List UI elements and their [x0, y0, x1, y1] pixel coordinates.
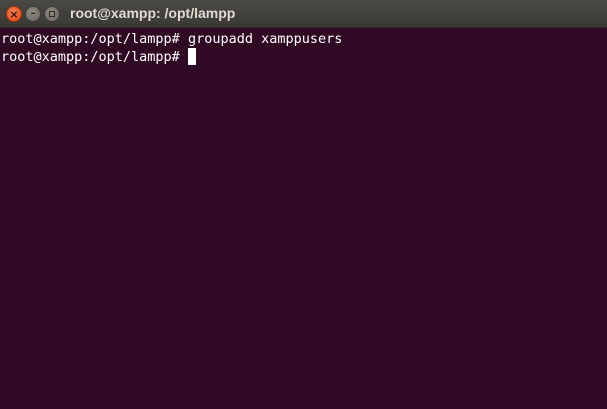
close-icon: ×: [9, 7, 19, 21]
terminal-window: × – root@xampp: /opt/lampp root@xampp:/o…: [0, 0, 607, 409]
terminal-output[interactable]: root@xampp:/opt/lampp# groupadd xamppuse…: [0, 28, 607, 409]
minimize-button[interactable]: –: [25, 6, 41, 22]
maximize-icon: [49, 11, 55, 17]
maximize-button[interactable]: [44, 6, 60, 22]
shell-prompt: root@xampp:/opt/lampp#: [1, 49, 188, 65]
close-button[interactable]: ×: [6, 6, 22, 22]
terminal-line: root@xampp:/opt/lampp# groupadd xamppuse…: [1, 30, 607, 48]
shell-prompt: root@xampp:/opt/lampp#: [1, 31, 188, 47]
command-text: groupadd xamppusers: [187, 31, 343, 47]
title-bar[interactable]: × – root@xampp: /opt/lampp: [0, 0, 607, 28]
text-cursor: [187, 48, 196, 65]
terminal-line: root@xampp:/opt/lampp#: [1, 48, 607, 66]
minimize-icon: –: [30, 8, 36, 19]
window-title: root@xampp: /opt/lampp: [70, 5, 236, 21]
